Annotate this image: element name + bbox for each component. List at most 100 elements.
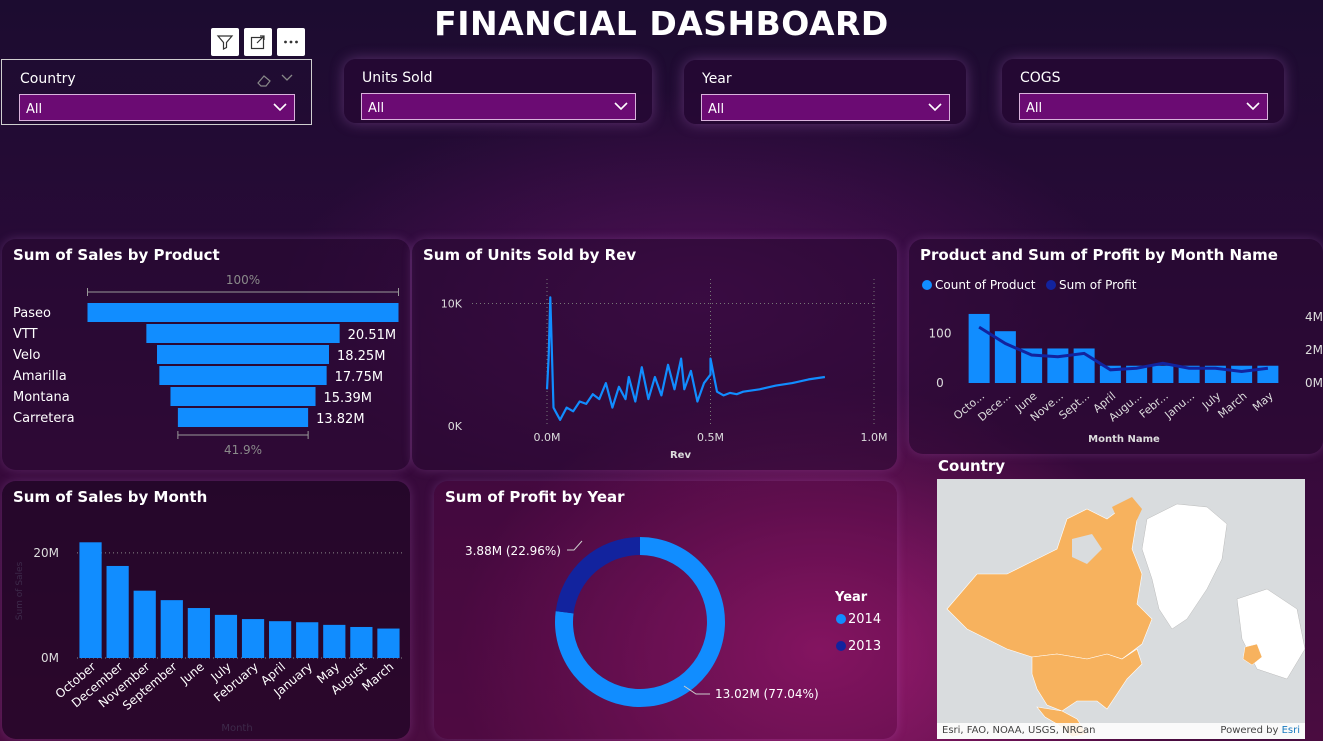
month-y-axis-title: Sum of Sales: [15, 561, 25, 620]
chevron-down-icon: [1246, 102, 1260, 111]
map-powered-by: Powered by Esri: [1220, 725, 1300, 736]
dropdown-value: All: [26, 102, 43, 117]
donut-data-label: 13.02M (77.04%): [715, 687, 819, 701]
line-chart: 0.0M 0.5M 1.0M 0K 10K Rev: [441, 279, 887, 461]
esri-link[interactable]: Esri: [1282, 725, 1300, 736]
month-bar-november: [133, 590, 156, 658]
slicer-label: COGS: [1020, 70, 1061, 86]
funnel-category-label: Paseo: [13, 306, 51, 321]
donut-slice-2013: [555, 537, 640, 614]
funnel-data-label: 17.75M: [335, 370, 383, 385]
donut-legend-label: 2013: [848, 639, 881, 654]
donut-legend-title: Year: [834, 590, 868, 605]
slicer-cogs: COGS All: [1002, 59, 1284, 123]
month-bar-may: [323, 624, 346, 658]
funnel-bar-paseo: [87, 303, 399, 322]
powered-by-text: Powered by: [1220, 725, 1279, 736]
month-bar-chart: 0M20MSum of SalesOctoberDecemberNovember…: [15, 542, 402, 734]
visual-toolbar: [211, 28, 305, 56]
funnel-bar-amarilla: [159, 366, 327, 385]
funnel-data-label: 20.51M: [348, 328, 396, 343]
month-y-tick: 0M: [41, 651, 59, 665]
combo-bar-october: [968, 313, 990, 383]
chevron-down-icon: [614, 102, 628, 111]
sales-by-month-card[interactable]: Sum of Sales by Month 0M 20M Sum of Sales O…: [2, 481, 410, 739]
month-bar-july: [214, 614, 238, 658]
page-title: FINANCIAL DASHBOARD: [434, 4, 889, 43]
month-bar-june: [187, 608, 210, 658]
donut-legend-marker: [836, 614, 846, 624]
funnel-category-label: Montana: [13, 390, 70, 405]
combo-x-tick: May: [1250, 389, 1276, 414]
combo-x-axis-title: Month Name: [1088, 434, 1160, 445]
dropdown-value: All: [368, 101, 385, 116]
line-x-axis-title: Rev: [670, 450, 691, 461]
month-bar-february: [241, 619, 265, 658]
funnel-data-label: 15.39M: [324, 391, 372, 406]
more-options-icon[interactable]: [277, 28, 305, 56]
funnel-bottom-pct: 41.9%: [224, 443, 262, 457]
funnel-chart: 100% Paseo VTT 20.51M Velo 18.25M Amarilla 17.7…: [13, 273, 399, 457]
slicer-country: Country All: [1, 59, 312, 125]
combo-right-tick: 2M: [1305, 343, 1323, 357]
funnel-bar-vtt: [146, 324, 340, 343]
month-y-tick: 20M: [33, 546, 59, 560]
month-bar-march: [377, 628, 400, 658]
combo-x-tick: Janu...: [1162, 389, 1197, 422]
map-title: Country: [938, 457, 1006, 475]
month-bar-december: [106, 565, 129, 658]
combo-bar-march: [1231, 365, 1253, 383]
eraser-icon[interactable]: [255, 72, 273, 88]
combo-x-tick: Sept...: [1056, 389, 1092, 422]
chevron-down-icon: [273, 103, 287, 112]
sales-by-product-card[interactable]: Sum of Sales by Product 100% Paseo VTT 20.5…: [2, 239, 410, 470]
units-by-rev-card[interactable]: Sum of Units Sold by Rev 0.0M 0.5M 1.0M 0K 1…: [412, 239, 897, 470]
donut-legend-marker: [836, 641, 846, 651]
month-bar-august: [350, 626, 373, 658]
slicer-units-sold: Units Sold All: [344, 59, 652, 123]
dropdown-value: All: [1026, 101, 1043, 116]
map-attribution-bar: Esri, FAO, NOAA, USGS, NRCan Powered by …: [937, 723, 1305, 739]
slicer-label: Year: [702, 71, 732, 87]
chevron-down-icon: [928, 103, 942, 112]
chevron-down-icon[interactable]: [280, 73, 294, 83]
line-y-tick: 10K: [441, 298, 463, 311]
funnel-category-label: VTT: [13, 327, 38, 342]
line-x-tick: 0.5M: [697, 431, 724, 444]
funnel-category-label: Carretera: [13, 411, 75, 426]
filter-icon[interactable]: [211, 28, 239, 56]
month-x-tick: June: [177, 660, 207, 688]
focus-mode-icon[interactable]: [244, 28, 272, 56]
profit-by-year-card[interactable]: Sum of Profit by Year 13.02M (77.04%) 3.8…: [434, 481, 897, 739]
line-y-tick: 0K: [448, 420, 463, 433]
month-x-axis-title: Month: [221, 723, 252, 734]
donut-legend-label: 2014: [848, 612, 881, 627]
cogs-dropdown[interactable]: All: [1019, 93, 1268, 120]
combo-bar-february: [1152, 365, 1174, 383]
slicer-label: Country: [20, 71, 76, 87]
dropdown-value: All: [708, 102, 725, 117]
map-attribution: Esri, FAO, NOAA, USGS, NRCan: [942, 725, 1096, 736]
legend-marker-profit: [1046, 280, 1056, 290]
funnel-data-label: 13.82M: [316, 412, 364, 427]
map-shapes: [946, 497, 1305, 738]
combo-right-tick: 0M: [1305, 376, 1323, 390]
country-dropdown[interactable]: All: [19, 94, 295, 121]
slicer-year: Year All: [684, 60, 966, 124]
units-sold-dropdown[interactable]: All: [361, 93, 636, 120]
profit-by-month-card[interactable]: Product and Sum of Profit by Month Name …: [909, 239, 1323, 454]
combo-right-tick: 4M: [1305, 310, 1323, 324]
slicer-label: Units Sold: [362, 70, 433, 86]
combo-left-tick: 0: [936, 376, 944, 390]
line-x-tick: 0.0M: [534, 431, 561, 444]
country-map[interactable]: Esri, FAO, NOAA, USGS, NRCan Powered by …: [937, 479, 1305, 739]
legend-label-profit: Sum of Profit: [1059, 278, 1137, 292]
month-bar-october: [79, 542, 102, 658]
legend-label-count: Count of Product: [935, 278, 1036, 292]
donut-leader-2013: [567, 540, 583, 551]
funnel-bar-velo: [157, 345, 329, 364]
funnel-data-label: 18.25M: [337, 349, 385, 364]
donut-data-label: 3.88M (22.96%): [465, 544, 561, 558]
legend-marker-count: [922, 280, 932, 290]
year-dropdown[interactable]: All: [701, 94, 950, 121]
